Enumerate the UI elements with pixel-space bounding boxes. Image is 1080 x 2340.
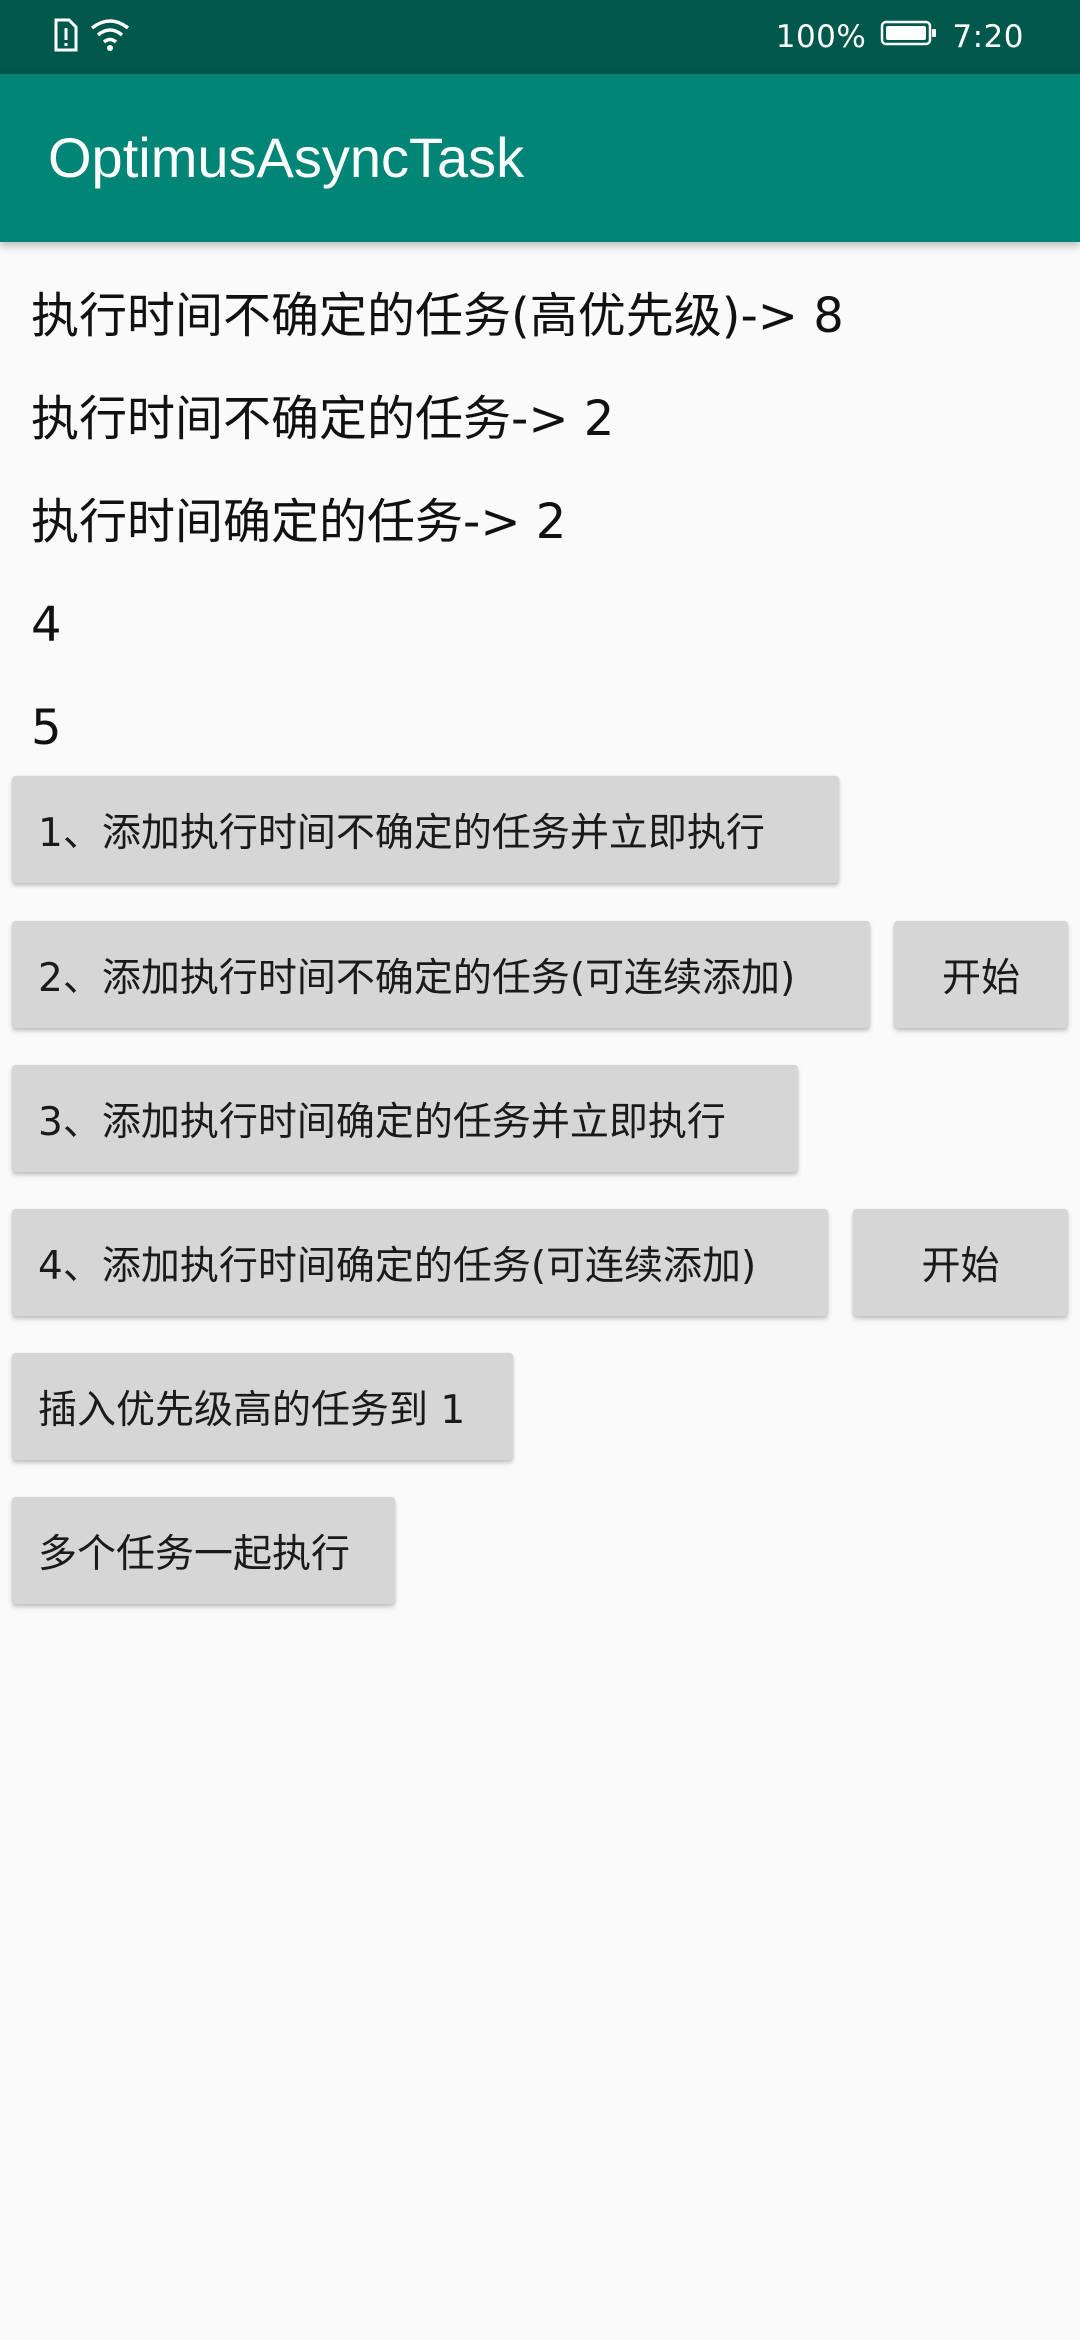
status-line-certain: 执行时间确定的任务-> 2	[31, 494, 567, 550]
battery-icon	[880, 19, 938, 55]
run-multiple-tasks-button[interactable]: 多个任务一起执行	[12, 1497, 395, 1604]
add-uncertain-task-continuous-button[interactable]: 2、添加执行时间不确定的任务(可连续添加)	[12, 921, 870, 1028]
start-uncertain-tasks-button[interactable]: 开始	[894, 921, 1068, 1028]
app-bar: OptimusAsyncTask	[0, 74, 1080, 242]
start-certain-tasks-button[interactable]: 开始	[853, 1209, 1068, 1316]
insert-high-priority-task-button[interactable]: 插入优先级高的任务到 1	[12, 1353, 513, 1460]
status-bar: 100% 7:20	[0, 0, 1080, 74]
status-line-uncertain: 执行时间不确定的任务-> 2	[31, 391, 615, 447]
status-line-4: 4	[31, 597, 62, 653]
app-title: OptimusAsyncTask	[48, 126, 525, 189]
add-certain-task-run-now-button[interactable]: 3、添加执行时间确定的任务并立即执行	[12, 1065, 798, 1172]
status-line-5: 5	[31, 700, 62, 756]
sim-alert-icon	[52, 18, 78, 56]
status-line-uncertain-high-priority: 执行时间不确定的任务(高优先级)-> 8	[31, 288, 844, 344]
battery-percent: 100%	[775, 19, 867, 55]
add-certain-task-continuous-button[interactable]: 4、添加执行时间确定的任务(可连续添加)	[12, 1209, 828, 1316]
add-uncertain-task-run-now-button[interactable]: 1、添加执行时间不确定的任务并立即执行	[12, 776, 839, 883]
status-left	[52, 18, 130, 56]
status-right: 100% 7:20	[776, 0, 1024, 74]
wifi-icon	[90, 18, 130, 56]
clock-time: 7:20	[952, 19, 1024, 55]
